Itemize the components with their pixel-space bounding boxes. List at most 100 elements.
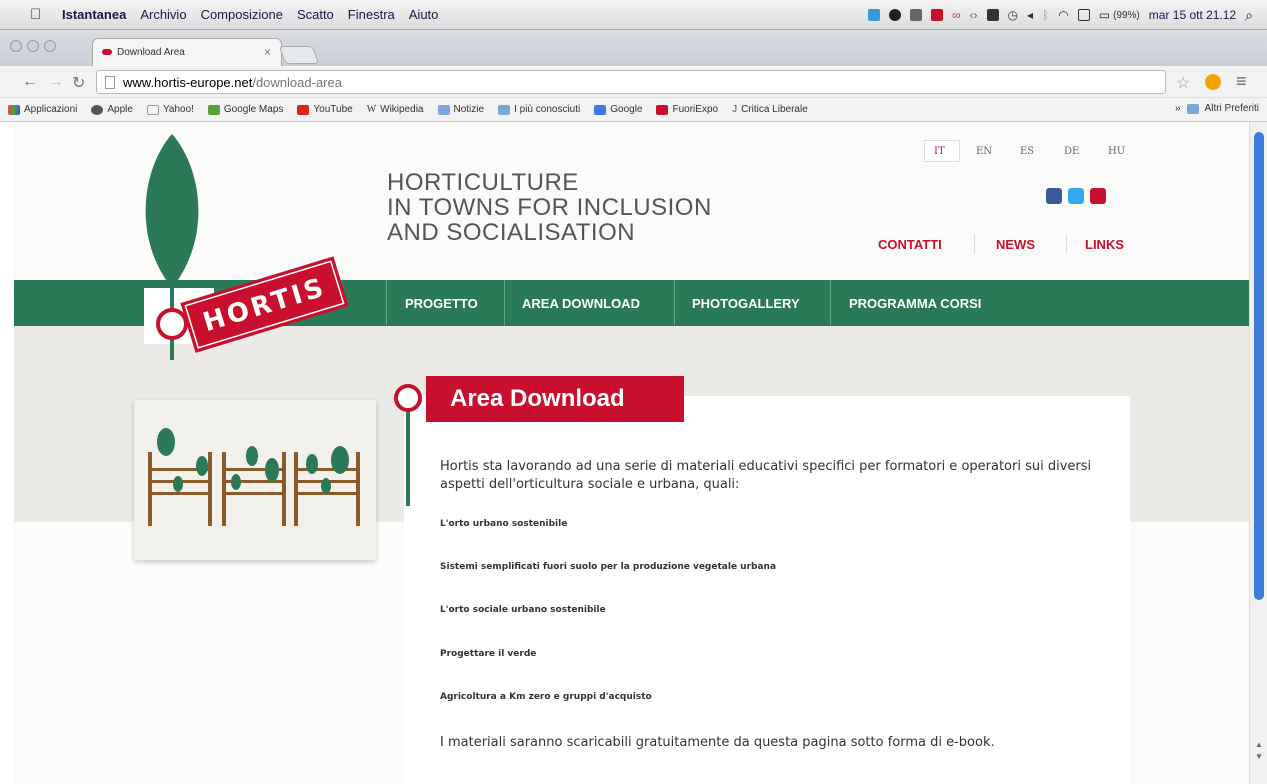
display-icon[interactable] [986,9,999,21]
menu-composizione[interactable]: Composizione [201,7,283,22]
battery-icon[interactable]: ▭ [1099,8,1110,22]
outro-text: I materiali saranno scaricabili gratuita… [440,735,995,750]
critica-liberale-icon: J [732,104,738,115]
bookmark-star-icon[interactable]: ☆ [1176,73,1190,93]
scroll-down-arrow-icon[interactable]: ▼ [1255,752,1263,761]
status-infinity-icon[interactable]: ∞ [952,8,961,22]
bookmark-item[interactable]: FuoriExpo [656,104,718,115]
url-path: /download-area [252,74,342,90]
scrollbar-thumb[interactable] [1254,132,1264,600]
folder-icon [437,104,450,115]
menu-aiuto[interactable]: Aiuto [409,7,439,22]
hortis-logo[interactable]: HORTIS [132,128,372,368]
bookmark-item[interactable]: YouTube [297,104,353,115]
extension-icon[interactable] [1205,74,1221,90]
status-app-icon[interactable] [888,9,901,21]
page-icon [105,75,115,89]
bookmark-item[interactable]: Google [594,104,642,115]
nav-programma-corsi[interactable]: PROGRAMMA CORSI [849,280,981,326]
lang-en[interactable]: EN [976,146,992,157]
status-app-icon[interactable] [909,9,922,21]
tab-strip: Download Area × [0,30,1267,66]
bookmark-label: Apple [107,104,133,115]
bookmark-item[interactable]: Google Maps [207,104,284,115]
lang-hu[interactable]: HU [1108,146,1125,157]
list-item: Agricoltura a Km zero e gruppi d'acquist… [440,692,652,702]
nav-separator [830,280,831,326]
volume-icon[interactable]: ◂ [1027,8,1033,22]
spotlight-icon[interactable]: ⌕ [1245,7,1253,24]
twitter-icon[interactable] [1068,188,1084,204]
menu-scatto[interactable]: Scatto [297,7,334,22]
garden-fence-illustration [148,428,360,526]
status-app-icon[interactable] [930,9,943,21]
clock[interactable]: mar 15 ott 21.12 [1149,8,1236,22]
link-links[interactable]: LINKS [1085,237,1124,252]
folder-icon [1186,103,1199,114]
address-bar[interactable]: www.hortis-europe.net /download-area [96,70,1166,94]
lang-es[interactable]: ES [1020,146,1034,157]
bookmarks-bar: Applicazioni Apple Yahoo! Google Maps Yo… [0,98,1267,122]
hamburger-menu-icon[interactable]: ≡ [1236,71,1247,92]
hortis-favicon-icon [102,49,112,55]
back-arrow-icon[interactable]: ← [22,73,38,91]
time-machine-icon[interactable]: ◷ [1008,8,1018,22]
window-controls [10,40,56,52]
tab-title: Download Area [117,47,185,58]
bookmark-item[interactable]: W Wikipedia [367,104,424,115]
other-bookmarks[interactable]: » Altri Preferiti [1175,103,1259,114]
site-tagline: HORTICULTURE IN TOWNS FOR INCLUSION AND … [387,170,712,245]
minimize-window-button[interactable] [27,40,39,52]
bookmark-item[interactable]: J Critica Liberale [732,104,808,115]
bookmark-item[interactable]: Notizie [437,104,484,115]
fuoriexpo-icon [656,104,669,115]
status-code-icon[interactable]: ‹› [970,8,978,22]
bookmark-item[interactable]: I più conosciuti [498,104,580,115]
bookmark-label: Critica Liberale [741,104,808,115]
reload-icon[interactable]: ↻ [72,73,85,93]
nav-separator [504,280,505,326]
nav-progetto[interactable]: PROGETTO [405,280,478,326]
bookmark-label: Applicazioni [24,104,78,115]
nav-separator [386,280,387,326]
tab-download-area[interactable]: Download Area × [92,38,282,66]
list-item: Sistemi semplificati fuori suolo per la … [440,562,777,572]
os-menubar:  Istantanea Archivio Composizione Scatt… [0,0,1267,30]
input-icon[interactable] [1077,9,1090,21]
list-item: Progettare il verde [440,649,537,659]
link-news[interactable]: NEWS [996,237,1035,252]
menu-archivio[interactable]: Archivio [140,7,186,22]
bookmarks-overflow-icon[interactable]: » [1175,103,1181,114]
menu-finestra[interactable]: Finestra [348,7,395,22]
close-window-button[interactable] [10,40,22,52]
menu-app[interactable]: Istantanea [62,7,126,22]
apple-icon[interactable]:  [30,6,52,23]
nav-photogallery[interactable]: PHOTOGALLERY [692,280,800,326]
facebook-icon[interactable] [1046,188,1062,204]
wifi-icon[interactable]: ◠ [1058,8,1068,22]
forward-arrow-icon[interactable]: → [48,73,64,91]
content-panel [404,396,1130,784]
link-contatti[interactable]: CONTATTI [878,237,942,252]
folder-icon [498,104,511,115]
title-pin-icon [394,384,422,506]
bookmark-item[interactable]: Applicazioni [8,104,77,115]
status-app-icon[interactable] [867,9,880,21]
wikipedia-icon: W [366,104,377,115]
page-scrollbar[interactable]: ▲ ▼ [1249,122,1267,784]
lang-it[interactable]: IT [934,146,945,157]
lang-de[interactable]: DE [1064,146,1079,157]
close-icon[interactable]: × [264,45,271,59]
intro-text: Hortis sta lavorando ad una serie di mat… [440,459,1092,492]
bluetooth-icon[interactable]: ᛒ [1042,8,1049,22]
zoom-window-button[interactable] [44,40,56,52]
youtube-icon[interactable] [1090,188,1106,204]
bookmark-label: Google Maps [223,104,284,115]
bookmark-item[interactable]: Yahoo! [146,104,194,115]
scroll-up-arrow-icon[interactable]: ▲ [1255,740,1263,749]
bookmark-label: YouTube [313,104,353,115]
maps-icon [207,104,220,115]
bookmark-item[interactable]: Apple [91,104,133,115]
nav-area-download[interactable]: AREA DOWNLOAD [522,280,640,326]
new-tab-button[interactable] [278,46,320,64]
